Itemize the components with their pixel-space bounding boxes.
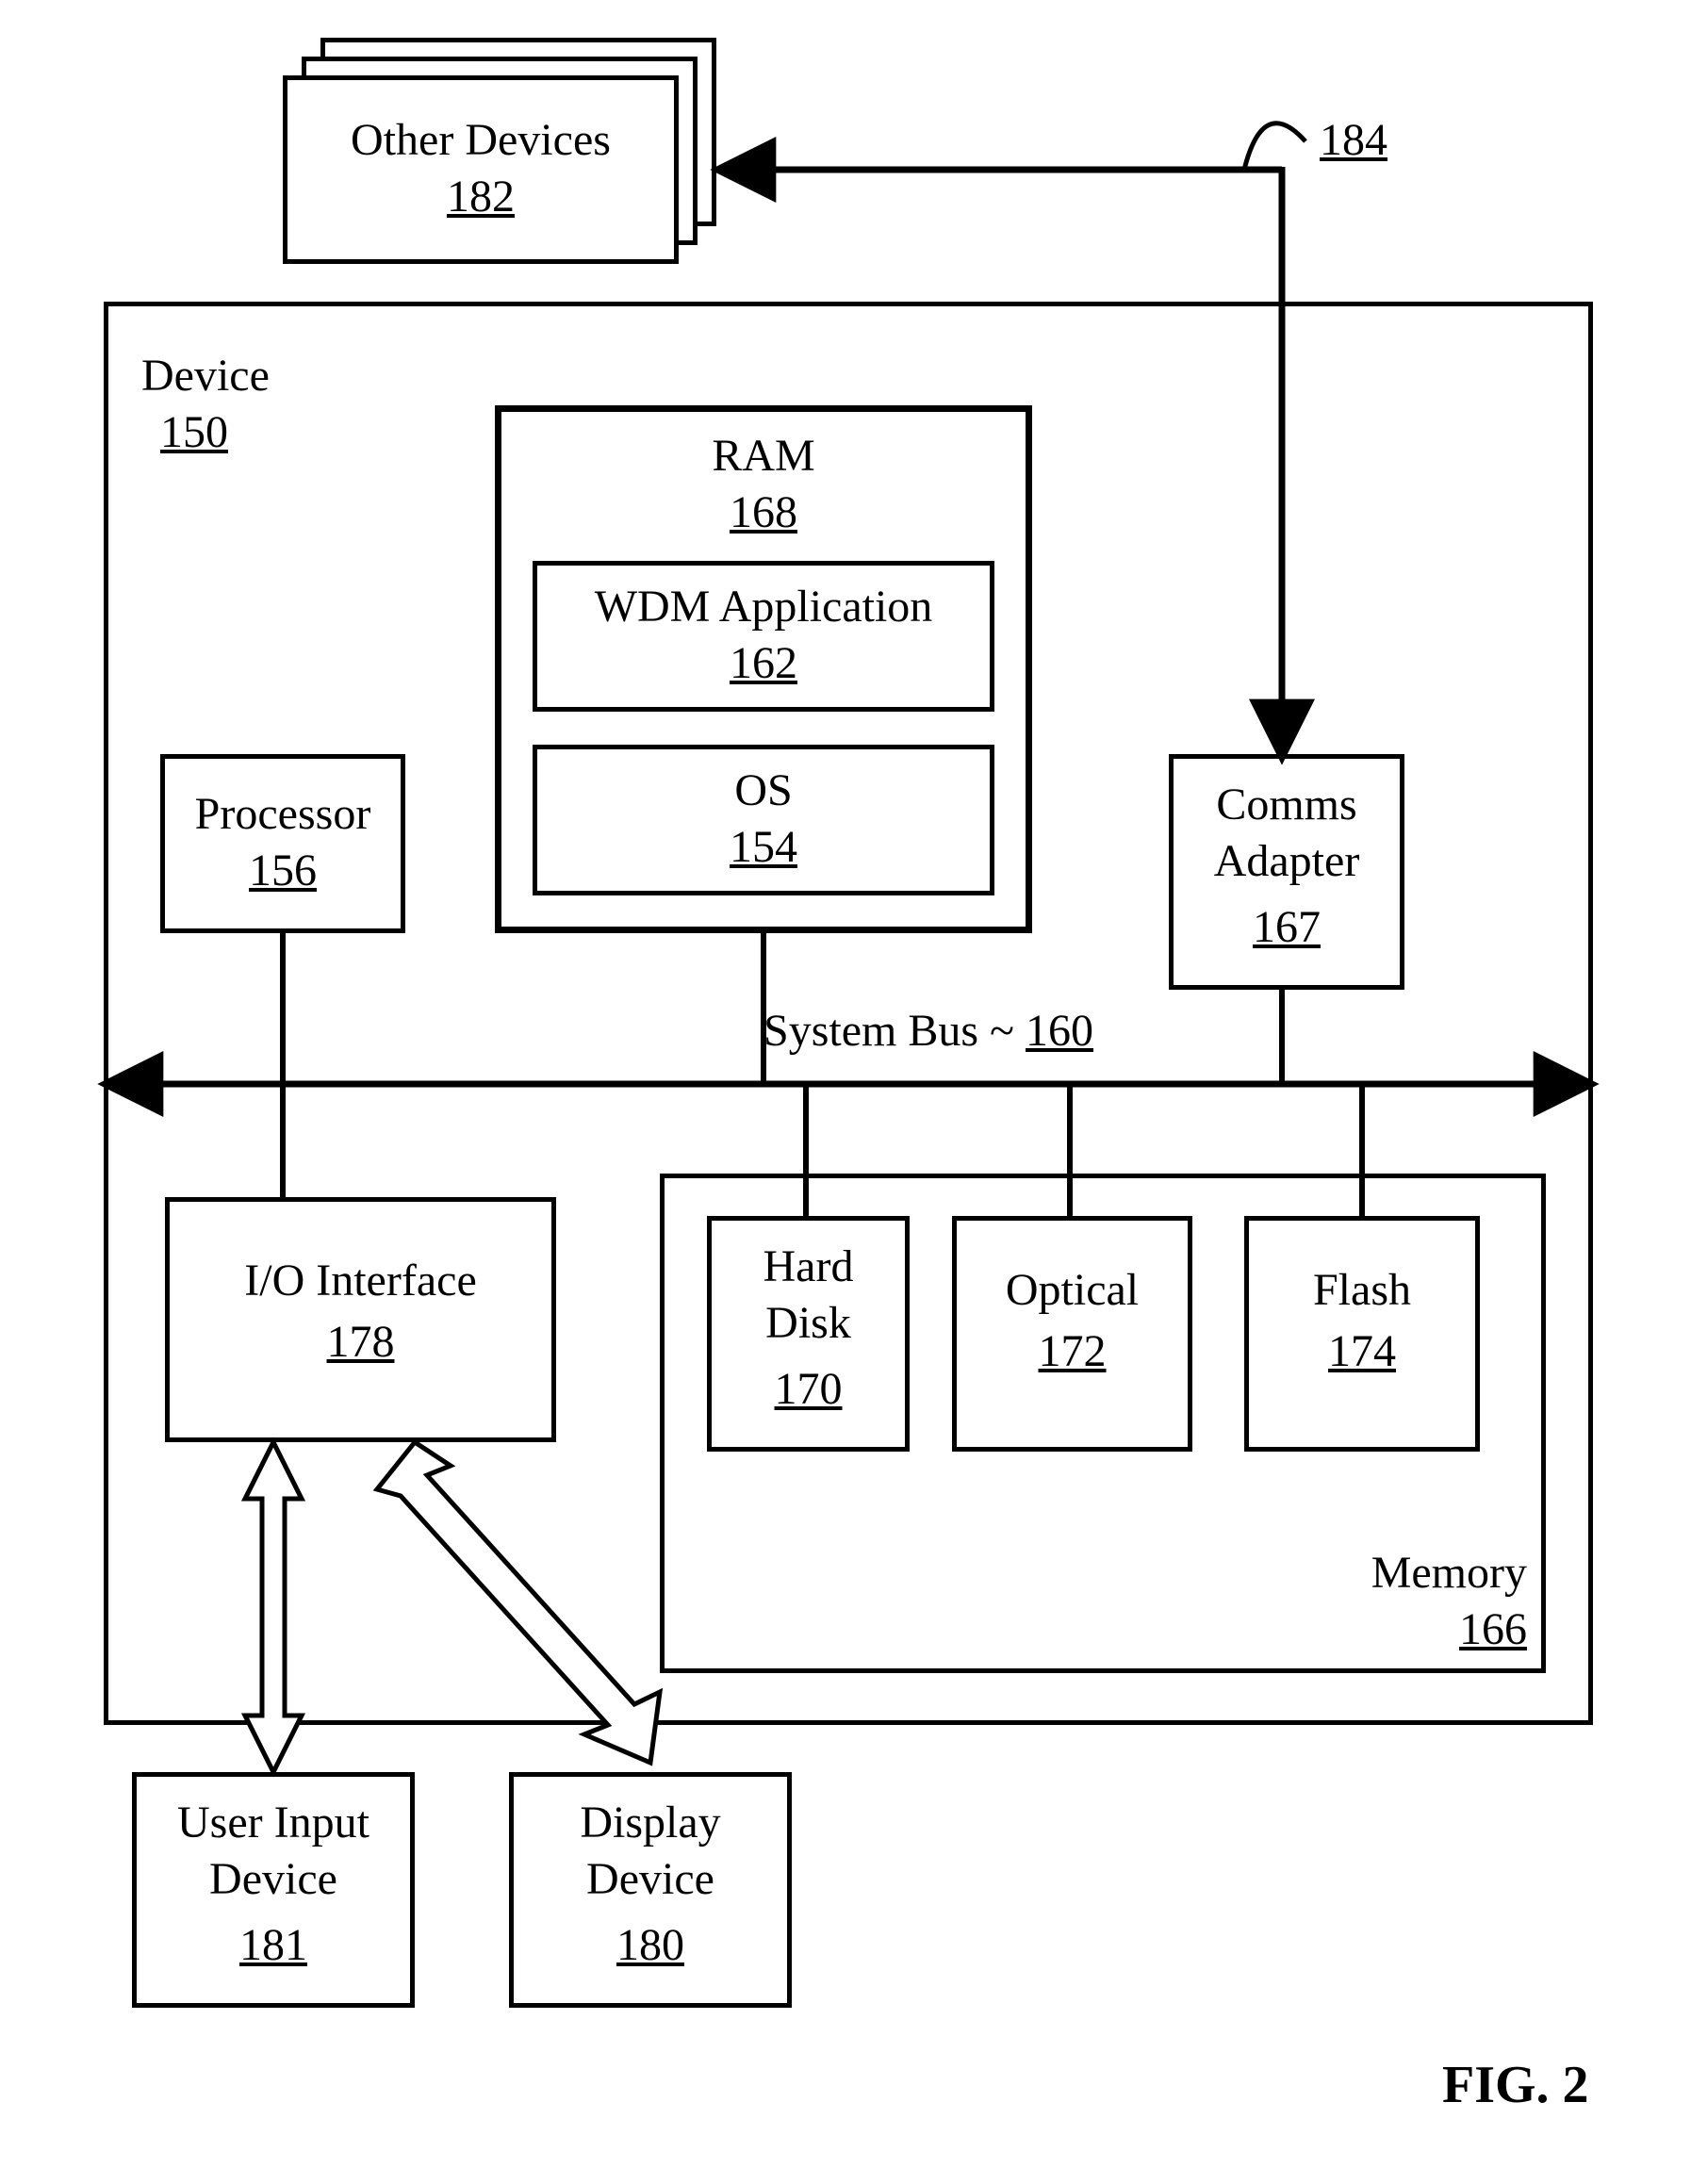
- ram-title: RAM: [495, 429, 1032, 484]
- optical-title: Optical: [952, 1263, 1192, 1318]
- display-num: 180: [509, 1918, 792, 1973]
- memory-num: 166: [1320, 1602, 1527, 1657]
- external-ref-184: 184: [1320, 113, 1387, 168]
- user-input-title1: User Input: [132, 1796, 415, 1850]
- io-num: 178: [165, 1315, 556, 1370]
- hdd-num: 170: [707, 1362, 910, 1417]
- bus-num: 160: [1026, 1006, 1093, 1056]
- flash-title: Flash: [1244, 1263, 1480, 1318]
- figure-label: FIG. 2: [1442, 2055, 1589, 2115]
- other-devices-num: 182: [283, 170, 679, 224]
- ram-num: 168: [495, 485, 1032, 540]
- other-devices-title: Other Devices: [283, 113, 679, 168]
- os-num: 154: [533, 820, 994, 875]
- optical-num: 172: [952, 1324, 1192, 1379]
- display-title1: Display: [509, 1796, 792, 1850]
- user-input-num: 181: [132, 1918, 415, 1973]
- wdm-num: 162: [533, 636, 994, 691]
- bus-label-text: System Bus ~: [763, 1006, 1026, 1056]
- io-title: I/O Interface: [165, 1254, 556, 1308]
- diagram-canvas: Other Devices 182 184 Device 150 RAM 168…: [0, 0, 1691, 2184]
- os-title: OS: [533, 764, 994, 818]
- comms-title1: Comms: [1169, 778, 1404, 832]
- memory-title: Memory: [1320, 1546, 1527, 1601]
- hdd-title2: Disk: [707, 1296, 910, 1351]
- comms-num: 167: [1169, 900, 1404, 955]
- device-num: 150: [160, 405, 228, 460]
- processor-title: Processor: [160, 787, 405, 842]
- hdd-title1: Hard: [707, 1240, 910, 1294]
- processor-num: 156: [160, 844, 405, 898]
- user-input-title2: Device: [132, 1852, 415, 1907]
- bus-label: System Bus ~ 160: [763, 1004, 1093, 1059]
- connector-184-curve: [1244, 123, 1305, 170]
- comms-title2: Adapter: [1169, 834, 1404, 889]
- flash-num: 174: [1244, 1324, 1480, 1379]
- wdm-title: WDM Application: [533, 580, 994, 634]
- display-title2: Device: [509, 1852, 792, 1907]
- device-title: Device: [141, 349, 270, 403]
